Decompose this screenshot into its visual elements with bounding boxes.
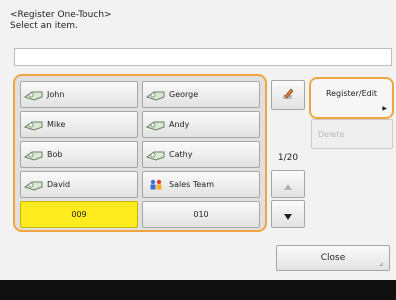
instruction-text: Select an item. [10,21,78,31]
person-icon [21,119,47,131]
header: <Register One-Touch> Select an item. [10,10,112,32]
screen-title: <Register One-Touch> [10,10,112,20]
triangle-up-icon [284,175,292,194]
one-touch-andy[interactable]: Andy [142,111,260,138]
one-touch-009[interactable]: 009 [20,201,138,228]
close-label: Close [320,253,346,263]
one-touch-grid: John George Mike Andy Bob Cathy David Sa… [13,74,267,232]
corner-return-icon: ⌟ [379,258,383,267]
triangle-down-icon [284,205,292,224]
destination-label: George [169,90,199,99]
page-counter: 1/20 [277,153,299,163]
destination-label: 010 [193,210,209,219]
one-touch-david[interactable]: David [20,171,138,198]
person-icon [143,89,169,101]
destination-label: Andy [169,120,190,129]
delete-label: Delete [318,129,345,139]
bottom-status-bar [0,280,396,300]
one-touch-010[interactable]: 010 [142,201,260,228]
edit-pen-icon [281,86,295,105]
page-navigation: 1/20 [271,76,305,230]
page-down-button[interactable] [271,200,305,228]
close-button[interactable]: Close ⌟ [276,245,390,271]
one-touch-john[interactable]: John [20,81,138,108]
delete-button[interactable]: Delete [311,119,393,149]
group-icon [143,179,169,191]
destination-label: Sales Team [169,180,214,189]
person-icon [21,179,47,191]
page-up-button[interactable] [271,170,305,198]
person-icon [21,89,47,101]
one-touch-george[interactable]: George [142,81,260,108]
destination-label: Mike [47,120,66,129]
one-touch-sales-team[interactable]: Sales Team [142,171,260,198]
register-edit-label: Register/Edit [325,89,378,98]
person-icon [21,149,47,161]
person-icon [143,119,169,131]
destination-label: 009 [71,210,87,219]
one-touch-cathy[interactable]: Cathy [142,141,260,168]
destination-label: David [47,180,71,189]
destination-label: John [47,90,65,99]
edit-button[interactable] [271,80,305,110]
one-touch-bob[interactable]: Bob [20,141,138,168]
destination-label: Bob [47,150,63,159]
person-icon [143,149,169,161]
submenu-arrow-icon: ▶ [382,105,387,112]
destination-label: Cathy [169,150,193,159]
name-display-field[interactable] [14,48,392,66]
one-touch-mike[interactable]: Mike [20,111,138,138]
register-edit-button[interactable]: Register/Edit ▶ [309,77,394,119]
